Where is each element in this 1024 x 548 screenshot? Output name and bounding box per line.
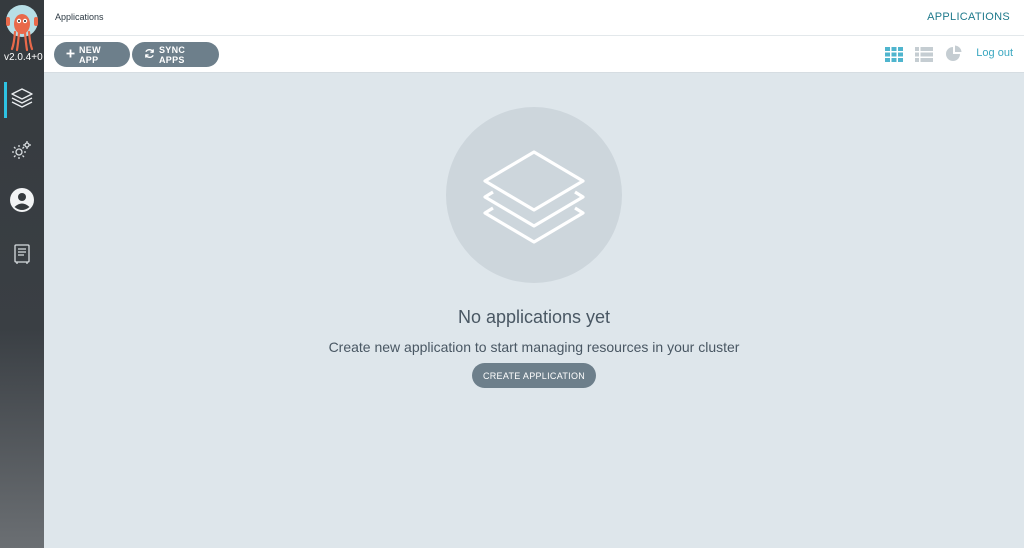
sync-icon [144, 48, 155, 61]
toolbar: NEW APP SYNC APPS Log out [44, 36, 1024, 73]
new-app-label: NEW APP [79, 44, 101, 65]
sidebar-item-applications[interactable] [0, 80, 44, 120]
new-app-button[interactable]: NEW APP [54, 42, 130, 67]
layers-icon [10, 86, 34, 115]
sync-apps-label: SYNC APPS [159, 44, 186, 65]
sidebar: v2.0.4+0 [0, 0, 44, 548]
sync-apps-button[interactable]: SYNC APPS [132, 42, 219, 67]
summary-pie-icon[interactable] [944, 44, 964, 64]
plus-icon [66, 49, 75, 60]
breadcrumb[interactable]: Applications [55, 12, 104, 22]
main-content: No applications yet Create new applicati… [44, 73, 1024, 548]
argo-logo[interactable] [4, 4, 40, 52]
user-circle-icon [9, 187, 35, 218]
empty-state-title: No applications yet [457, 307, 611, 327]
empty-state-description: Create new application to start managing… [328, 339, 740, 355]
view-mode-switcher [884, 44, 964, 64]
list-view-icon[interactable] [914, 44, 934, 64]
tiles-view-icon[interactable] [884, 44, 904, 64]
logout-link[interactable]: Log out [976, 47, 1013, 59]
version-label: v2.0.4+0 [4, 52, 43, 63]
top-bar: Applications APPLICATIONS [44, 0, 1024, 36]
sidebar-item-docs[interactable] [0, 236, 44, 276]
sidebar-item-user-info[interactable] [0, 182, 44, 222]
book-icon [12, 243, 32, 270]
empty-state-illustration [446, 107, 622, 283]
gears-icon [10, 138, 34, 167]
create-application-button[interactable]: CREATE APPLICATION [472, 363, 596, 388]
sidebar-item-settings[interactable] [0, 132, 44, 172]
page-title: APPLICATIONS [927, 11, 1010, 23]
layers-icon [479, 138, 589, 253]
